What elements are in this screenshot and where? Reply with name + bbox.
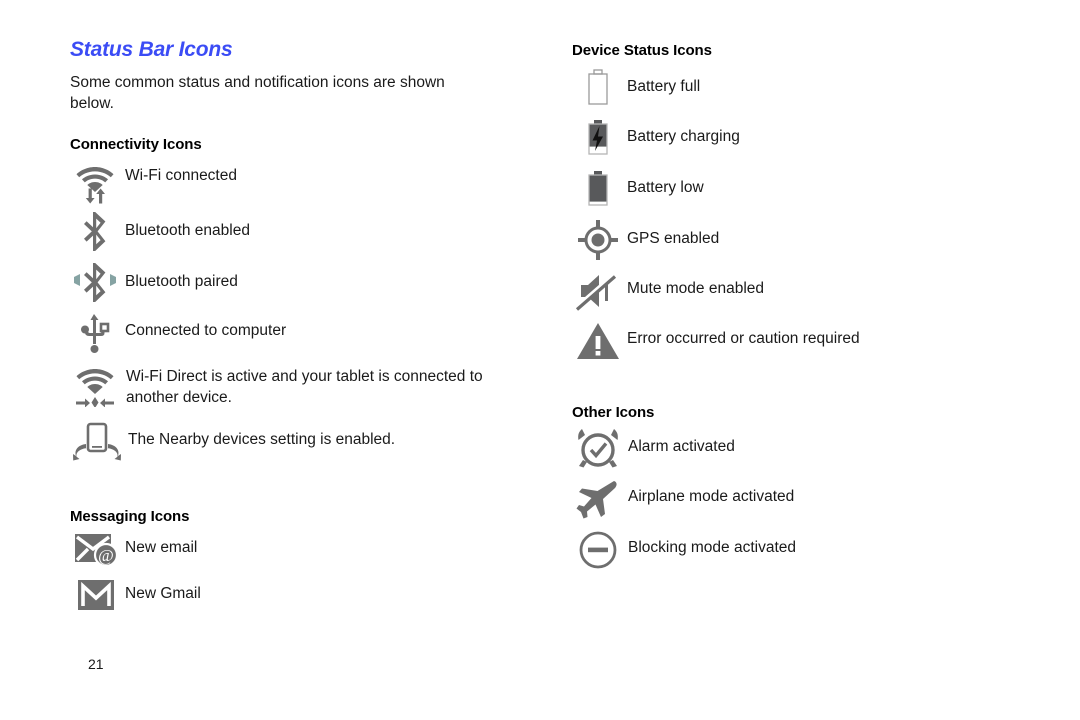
- bluetooth-paired-icon: [70, 263, 120, 303]
- nearby-devices-icon: [70, 420, 124, 466]
- list-item: Bluetooth paired: [70, 263, 238, 303]
- page-title: Status Bar Icons: [70, 38, 233, 61]
- list-item: Battery charging: [572, 118, 740, 158]
- other-icons-heading: Other Icons: [572, 404, 655, 421]
- list-item-label: Blocking mode activated: [628, 539, 797, 556]
- manual-page: Status Bar Icons Some common status and …: [0, 0, 1080, 720]
- list-item-label: Bluetooth paired: [125, 273, 238, 290]
- list-item: @ New email: [70, 530, 197, 568]
- usb-connected-icon: [70, 312, 120, 354]
- gps-enabled-icon: [572, 219, 624, 261]
- wifi-connected-icon: [70, 160, 120, 206]
- new-email-icon: @: [70, 530, 122, 568]
- list-item: Alarm activated: [572, 427, 735, 469]
- mute-mode-icon: [572, 270, 624, 312]
- alarm-activated-icon: [572, 427, 624, 469]
- list-item: New Gmail: [70, 576, 201, 614]
- list-item-label: Wi-Fi connected: [125, 167, 237, 184]
- list-item-label: Battery charging: [627, 128, 740, 145]
- intro-paragraph: Some common status and notification icon…: [70, 74, 445, 112]
- list-item-label: The Nearby devices setting is enabled.: [128, 431, 396, 448]
- list-item-label: New Gmail: [125, 585, 201, 602]
- error-caution-icon: [572, 320, 624, 362]
- list-item-label: Battery full: [627, 78, 701, 95]
- battery-low-icon: [572, 169, 624, 209]
- page-number: 21: [88, 656, 104, 672]
- list-item-label: Error occurred or caution required: [627, 330, 860, 347]
- list-item-label: GPS enabled: [627, 230, 720, 247]
- list-item: The Nearby devices setting is enabled.: [70, 420, 395, 466]
- list-item-label: Bluetooth enabled: [125, 222, 250, 239]
- airplane-mode-icon: [572, 478, 624, 520]
- battery-full-icon: [572, 68, 624, 108]
- device-status-icons-heading: Device Status Icons: [572, 42, 712, 59]
- list-item-label: Mute mode enabled: [627, 280, 765, 297]
- connectivity-icons-heading: Connectivity Icons: [70, 136, 202, 153]
- list-item-label: Airplane mode activated: [628, 488, 795, 505]
- list-item: Bluetooth enabled: [70, 212, 250, 252]
- list-item: Wi-Fi connected: [70, 160, 237, 206]
- messaging-icons-heading: Messaging Icons: [70, 508, 190, 525]
- list-item: Connected to computer: [70, 312, 286, 354]
- blocking-mode-icon: [572, 529, 624, 571]
- list-item-label: Battery low: [627, 179, 704, 196]
- svg-text:@: @: [98, 546, 114, 565]
- wifi-direct-icon: [70, 363, 120, 409]
- bluetooth-enabled-icon: [70, 212, 120, 252]
- battery-charging-icon: [572, 118, 624, 158]
- list-item: Mute mode enabled: [572, 270, 764, 312]
- list-item: Error occurred or caution required: [572, 320, 860, 362]
- list-item-label: Connected to computer: [125, 322, 287, 339]
- list-item: GPS enabled: [572, 219, 719, 261]
- list-item-label: Wi-Fi Direct is active and your tablet i…: [126, 368, 483, 406]
- new-gmail-icon: [70, 576, 122, 614]
- list-item-label: New email: [125, 539, 198, 556]
- list-item: Blocking mode activated: [572, 529, 796, 571]
- list-item: Airplane mode activated: [572, 478, 794, 520]
- list-item: Battery low: [572, 169, 704, 209]
- list-item: Wi-Fi Direct is active and your tablet i…: [70, 363, 526, 409]
- list-item: Battery full: [572, 68, 700, 108]
- list-item-label: Alarm activated: [628, 438, 735, 455]
